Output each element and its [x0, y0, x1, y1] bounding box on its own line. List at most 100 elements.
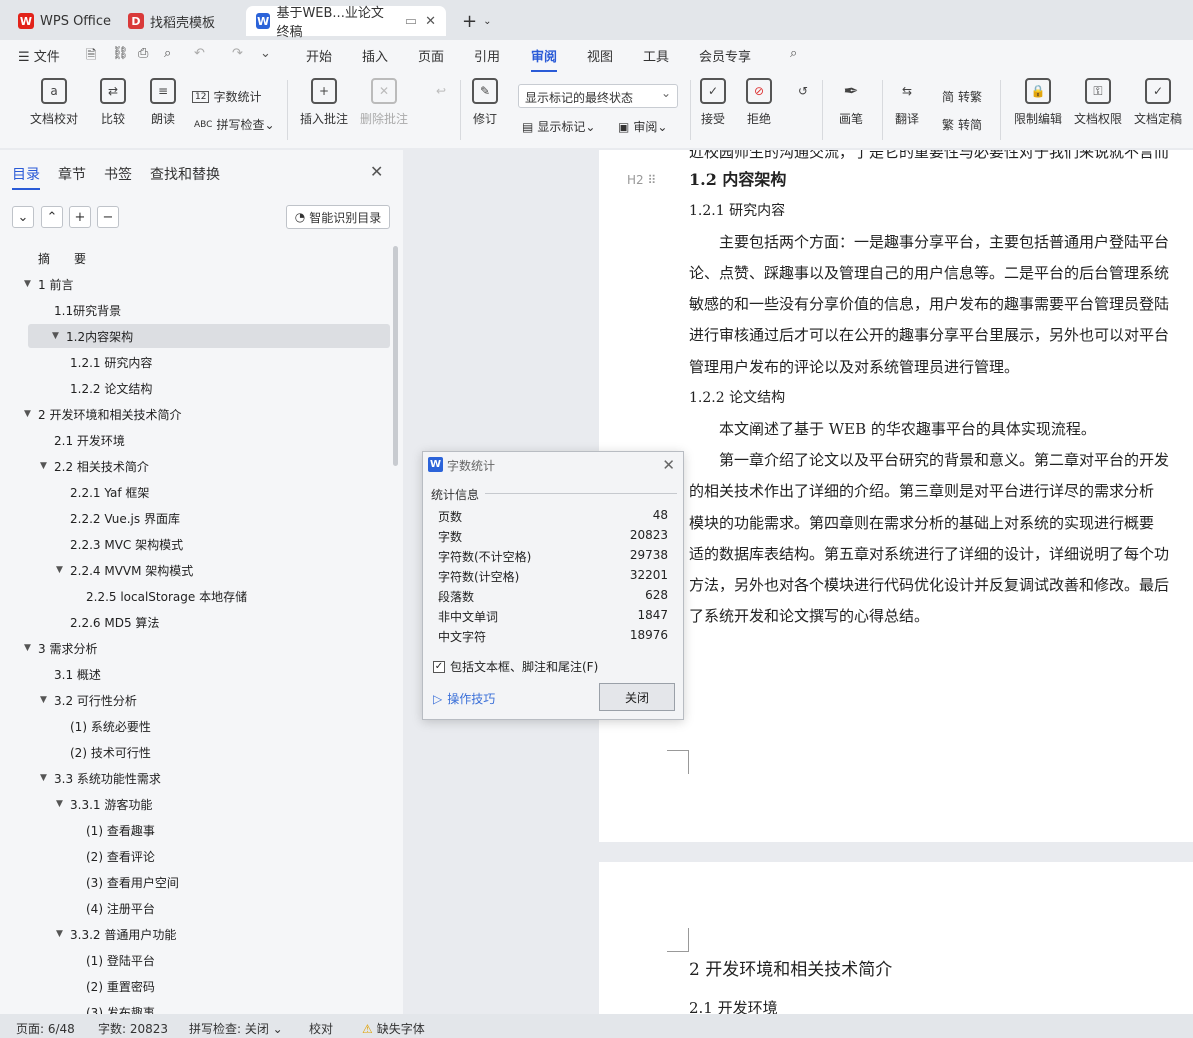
show-markup-button[interactable]: ▤ 显示标记 ⌄ [522, 118, 595, 135]
new-tab-button[interactable]: + ⌄ [452, 6, 501, 36]
save-icon[interactable]: 🗎 [86, 46, 96, 68]
revise-button[interactable]: ✎ 修订 [472, 78, 498, 127]
toc-item[interactable]: (1) 系统必要性 [56, 714, 151, 738]
toc-item[interactable]: 1.1研究背景 [40, 298, 121, 322]
toc-item[interactable]: 摘 要 [24, 246, 86, 270]
restrict-edit-button[interactable]: 🔒 限制编辑 [1014, 78, 1062, 127]
toc-item[interactable]: 2.2.5 localStorage 本地存储 [72, 584, 247, 608]
compare-button[interactable]: ⇄ 比较 [100, 78, 126, 127]
proof-button[interactable]: 校对 [309, 1020, 333, 1037]
word-count-indicator[interactable]: 字数: 20823 [98, 1020, 168, 1037]
tab-template[interactable]: D 找稻壳模板 [118, 6, 225, 36]
close-icon[interactable]: ✕ [662, 456, 675, 474]
expand-triangle-icon[interactable]: ▼ [24, 409, 38, 419]
expand-triangle-icon[interactable]: ▼ [52, 331, 66, 341]
toc-item[interactable]: ▼ 3 需求分析 [24, 636, 97, 660]
tab-wps-office[interactable]: W WPS Office [8, 6, 121, 36]
delete-comment-button[interactable]: ✕ 删除批注 [360, 78, 408, 127]
doc-permission-button[interactable]: ⚿ 文档权限 [1074, 78, 1122, 127]
expand-triangle-icon[interactable]: ▼ [40, 461, 54, 471]
missing-font-indicator[interactable]: ⚠ 缺失字体 [362, 1020, 425, 1037]
collapse-button[interactable]: ⌄ [12, 206, 34, 228]
expand-triangle-icon[interactable]: ▼ [24, 279, 38, 289]
menu-page[interactable]: 页面 [418, 46, 444, 65]
toc-item[interactable]: 1.2.2 论文结构 [56, 376, 152, 400]
to-simplified-button[interactable]: 繁转简 [942, 116, 982, 133]
print-icon[interactable]: ⎙ [138, 46, 148, 61]
tips-link[interactable]: ▷ 操作技巧 [433, 690, 495, 707]
spell-check-button[interactable]: ABC 拼写检查 ⌄ [194, 116, 275, 133]
toc-item[interactable]: ▼ 1 前言 [24, 272, 73, 296]
markup-state-select[interactable]: 显示标记的最终状态 [518, 84, 678, 108]
comment-nav-button[interactable]: ↩ [428, 78, 454, 110]
review-pane-button[interactable]: ▣ 审阅 ⌄ [618, 118, 667, 135]
insert-comment-button[interactable]: + 插入批注 [300, 78, 348, 127]
change-nav-button[interactable]: ↺ [790, 78, 816, 110]
undo-icon[interactable]: ↶ [194, 46, 205, 61]
window-icon[interactable]: ▭ [405, 14, 417, 29]
toc-item[interactable]: (2) 技术可行性 [56, 740, 151, 764]
toc-item[interactable]: 1.2.1 研究内容 [56, 350, 152, 374]
file-menu[interactable]: ☰ 文件 [18, 46, 60, 65]
toc-item[interactable]: (1) 登陆平台 [72, 948, 155, 972]
tab-toc[interactable]: 目录 [12, 164, 40, 190]
tab-find-replace[interactable]: 查找和替换 [150, 164, 220, 184]
menu-insert[interactable]: 插入 [362, 46, 388, 65]
toc-item[interactable]: ▼ 3.3.1 游客功能 [56, 792, 152, 816]
close-icon[interactable]: ✕ [425, 14, 436, 29]
toc-item[interactable]: 2.2.3 MVC 架构模式 [56, 532, 183, 556]
toc-item[interactable]: ▼ 2 开发环境和相关技术简介 [24, 402, 181, 426]
toc-item[interactable]: (2) 重置密码 [72, 974, 155, 998]
to-traditional-button[interactable]: 简转繁 [942, 88, 982, 105]
expand-triangle-icon[interactable]: ▼ [56, 565, 70, 575]
check-button[interactable]: a 文档校对 [30, 78, 78, 127]
link-icon[interactable]: ⛓ [112, 46, 129, 61]
scrollbar[interactable] [393, 246, 398, 466]
reject-button[interactable]: ⊘ 拒绝 [746, 78, 772, 127]
search-icon[interactable]: ⌕ [790, 46, 797, 61]
preview-icon[interactable]: ⌕ [164, 46, 171, 61]
toc-item[interactable]: (1) 查看趣事 [72, 818, 155, 842]
close-button[interactable]: 关闭 [599, 683, 675, 711]
menu-start[interactable]: 开始 [306, 46, 332, 65]
expand-triangle-icon[interactable]: ▼ [56, 799, 70, 809]
menu-review[interactable]: 审阅 [531, 46, 558, 72]
finalize-button[interactable]: ✓ 文档定稿 [1134, 78, 1182, 127]
toc-item[interactable]: 2.2.6 MD5 算法 [56, 610, 159, 634]
toc-item[interactable]: ▼ 3.2 可行性分析 [40, 688, 137, 712]
chevron-down-icon[interactable]: ⌄ [260, 46, 271, 61]
remove-heading-button[interactable]: − [97, 206, 119, 228]
redo-icon[interactable]: ↷ [232, 46, 243, 61]
expand-triangle-icon[interactable]: ▼ [56, 929, 70, 939]
toc-item[interactable]: (3) 查看用户空间 [72, 870, 179, 894]
toc-item[interactable]: ▼ 3.3.2 普通用户功能 [56, 922, 176, 946]
include-notes-checkbox[interactable]: ✓ 包括文本框、脚注和尾注(F) [433, 658, 598, 675]
pen-button[interactable]: ✒ 画笔 [838, 78, 864, 127]
toc-item[interactable]: 2.2.2 Vue.js 界面库 [56, 506, 180, 530]
expand-triangle-icon[interactable]: ▼ [40, 773, 54, 783]
toc-item[interactable]: 3.1 概述 [40, 662, 101, 686]
smart-toc-button[interactable]: ◔ 智能识别目录 [286, 205, 390, 229]
toc-item[interactable]: (4) 注册平台 [72, 896, 155, 920]
page-indicator[interactable]: 页面: 6/48 [16, 1020, 75, 1037]
expand-triangle-icon[interactable]: ▼ [40, 695, 54, 705]
menu-reference[interactable]: 引用 [474, 46, 500, 65]
accept-button[interactable]: ✓ 接受 [700, 78, 726, 127]
tab-chapters[interactable]: 章节 [58, 164, 86, 184]
toc-item[interactable]: ▼ 2.2 相关技术简介 [40, 454, 149, 478]
add-heading-button[interactable]: + [69, 206, 91, 228]
toc-item[interactable]: ▼ 1.2内容架构 [28, 324, 390, 348]
menu-member[interactable]: 会员专享 [699, 46, 751, 65]
toc-item[interactable]: 2.1 开发环境 [40, 428, 125, 452]
menu-view[interactable]: 视图 [587, 46, 613, 65]
expand-button[interactable]: ⌃ [41, 206, 63, 228]
read-aloud-button[interactable]: ≡ 朗读 [150, 78, 176, 127]
tab-bookmarks[interactable]: 书签 [104, 164, 132, 184]
toc-item[interactable]: (2) 查看评论 [72, 844, 155, 868]
translate-button[interactable]: ⇆ 翻译 [894, 78, 920, 127]
tab-document[interactable]: W 基于WEB...业论文终稿 ▭ ✕ [246, 6, 446, 40]
close-icon[interactable]: ✕ [370, 162, 383, 181]
toc-item[interactable]: ▼ 2.2.4 MVVM 架构模式 [56, 558, 193, 582]
toc-item[interactable]: 2.2.1 Yaf 框架 [56, 480, 149, 504]
expand-triangle-icon[interactable]: ▼ [24, 643, 38, 653]
